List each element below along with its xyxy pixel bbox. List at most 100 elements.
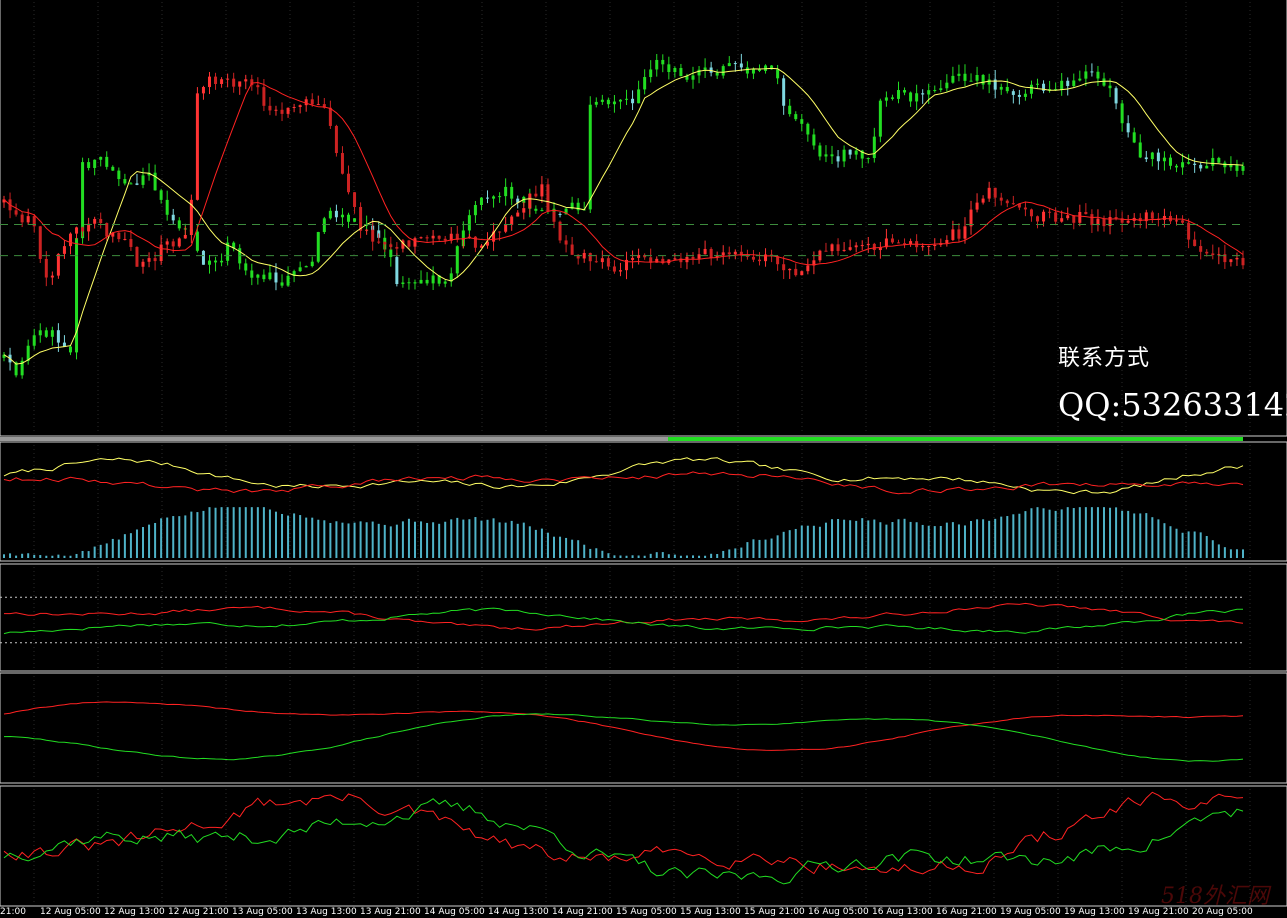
candle-body: [1114, 217, 1118, 219]
candle-body: [171, 241, 175, 247]
candle-body: [81, 227, 85, 232]
candle-body: [99, 218, 103, 224]
candle-body: [782, 78, 786, 106]
x-tick-label: 14 Aug 21:00: [552, 907, 613, 917]
histogram-bar: [9, 553, 12, 558]
histogram-bar: [607, 553, 610, 558]
candle-body: [987, 187, 991, 199]
candle-body: [1241, 165, 1245, 171]
candle-body: [220, 79, 224, 84]
candle-body: [1175, 220, 1179, 222]
candle-body: [516, 212, 520, 217]
candle-body: [1187, 222, 1191, 240]
histogram-bar: [311, 517, 314, 558]
candle-body: [1132, 132, 1136, 143]
histogram-bar: [335, 521, 338, 558]
histogram-bar: [93, 546, 96, 558]
candle-body: [292, 107, 296, 109]
candle-body: [1229, 259, 1233, 263]
grid: [33, 2, 1251, 903]
histogram-bar: [299, 515, 302, 558]
panel-frame-3: [0, 672, 1287, 784]
candle-body: [141, 261, 145, 267]
candle-body: [812, 134, 816, 146]
candle-body: [280, 282, 284, 286]
histogram-bar: [1139, 513, 1142, 558]
x-tick-label: 15 Aug 13:00: [680, 907, 741, 917]
histogram-bar: [661, 552, 664, 558]
histogram-bar: [148, 524, 151, 558]
candle-body: [425, 279, 429, 284]
candle-body: [643, 77, 647, 90]
histogram-bar: [129, 533, 132, 558]
candle-body: [600, 99, 604, 102]
candle-body: [201, 250, 205, 265]
x-tick-label: 14 Aug 13:00: [488, 907, 549, 917]
candle-body: [328, 107, 332, 126]
histogram-bar: [353, 522, 356, 558]
candle-body: [540, 210, 544, 212]
histogram-bar: [552, 536, 555, 558]
histogram-bar: [383, 524, 386, 558]
candle-body: [1084, 71, 1088, 79]
candle-body: [328, 210, 332, 219]
candle-body: [38, 226, 42, 259]
candle-body: [334, 210, 338, 218]
candle-body: [667, 64, 671, 73]
candle-body: [298, 267, 302, 272]
histogram-bar: [1054, 510, 1057, 558]
histogram-bar: [1211, 540, 1214, 558]
histogram-bar: [818, 526, 821, 558]
candle-body: [117, 232, 121, 240]
candle-body: [75, 227, 79, 234]
candle-body: [951, 229, 955, 240]
candle-body: [1060, 218, 1064, 222]
candle-body: [733, 63, 737, 65]
candle-body: [214, 76, 218, 84]
histogram-bar: [831, 519, 834, 558]
candle-body: [159, 244, 163, 262]
candle-body: [232, 78, 236, 87]
candle-body: [612, 266, 616, 272]
candle-body: [504, 186, 508, 197]
candle-body: [1235, 257, 1239, 260]
candle-body: [214, 260, 218, 263]
histogram-bar: [166, 517, 169, 558]
candle-body: [165, 241, 169, 245]
x-tick-label: 16 Aug 13:00: [872, 907, 933, 917]
histogram-bar: [1127, 510, 1130, 558]
candle-body: [268, 272, 272, 280]
histogram-bar: [915, 522, 918, 558]
candle-body: [340, 153, 344, 174]
histogram-bar: [939, 525, 942, 558]
candle-body: [135, 183, 139, 185]
candle-body: [546, 184, 550, 212]
candle-body: [165, 199, 169, 215]
candle-body: [1162, 215, 1166, 220]
candle-body: [256, 85, 260, 88]
candle-body: [830, 154, 834, 157]
histogram-bar: [232, 507, 235, 558]
histogram-bar: [45, 555, 48, 558]
candle-body: [171, 214, 175, 221]
histogram-bar: [117, 539, 120, 558]
histogram-bar: [190, 511, 193, 558]
histogram-bar: [3, 554, 5, 558]
candle-body: [776, 69, 780, 79]
candle-body: [510, 216, 514, 225]
histogram-bar: [589, 548, 592, 558]
histogram-bar: [256, 507, 259, 558]
histogram-bar: [559, 536, 562, 558]
slow-line-green: [3, 713, 1244, 762]
dmi-minus-line: [3, 607, 1243, 635]
histogram-bar: [528, 526, 531, 558]
histogram-bar: [1223, 547, 1226, 558]
histogram-bar: [208, 507, 211, 558]
histogram-bar: [51, 555, 54, 558]
candle-body: [673, 258, 677, 260]
histogram-bar: [293, 513, 296, 558]
histogram-bar: [800, 525, 803, 558]
candle-body: [1211, 157, 1215, 166]
histogram-bar: [921, 524, 924, 558]
candle-body: [425, 237, 429, 239]
